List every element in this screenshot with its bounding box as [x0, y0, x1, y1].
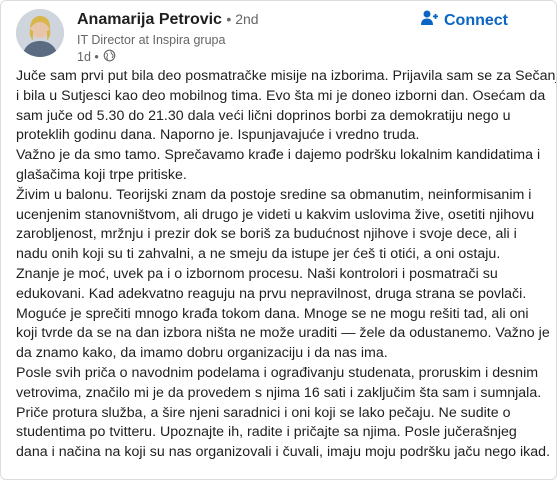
post-meta: 1d • [77, 49, 116, 65]
post-card: Anamarija Petrovic • 2nd IT Director at … [0, 0, 557, 480]
post-line: zarobljenost, mržnju i prezir dok se bor… [16, 226, 517, 243]
post-line: glašačima koji trpe pritiske. [16, 166, 187, 183]
post-text: Juče sam prvi put bila deo posmatračke m… [16, 67, 557, 463]
post-line: da znamo kako, da imamo dobru organizaci… [16, 345, 388, 362]
post-line: Živim u balonu. Teorijski znam da postoj… [16, 186, 532, 203]
post-line: dana i načina na koji su nas organizoval… [16, 444, 551, 461]
post-line: koji tvrde da se na dan izbora ništa ne … [16, 325, 550, 342]
post-line: vetrovima, značilo mi je da provedem s n… [16, 384, 542, 401]
post-line: proteklih godinu dana. Naporno je. Ispun… [16, 127, 420, 144]
post-line: i bila u Sutjesci kao deo mobilnog tima.… [16, 87, 546, 104]
post-line: Juče sam prvi put bila deo posmatračke m… [16, 68, 557, 84]
profile-photo [16, 9, 64, 57]
post-line: Priče protura služba, a šire njeni sarad… [16, 404, 511, 421]
post-time: 1d • [77, 50, 99, 64]
post-line: Važno je da smo tamo. Sprečavamo krađe i… [16, 147, 541, 164]
author-name[interactable]: Anamarija Petrovic [77, 11, 222, 28]
post-line: Posle svih priča o navodnim podelama i o… [16, 364, 539, 381]
connect-button[interactable]: Connect [420, 9, 508, 32]
author-headline: IT Director at Inspira grupa [77, 33, 226, 47]
post-line: ucenjenim stanovništvom, ali drugo je vi… [16, 206, 535, 223]
post-line: edukovani. Kad adekvatno reaguju na prvu… [16, 285, 527, 302]
post-line: studentima po tvitteru. Upoznajte ih, ra… [16, 424, 517, 441]
connection-degree: • 2nd [226, 11, 259, 27]
post-line: nadu onih koji su ti zahvalni, a ne smej… [16, 246, 501, 263]
connect-label: Connect [444, 11, 508, 29]
person-add-icon [420, 9, 438, 32]
globe-icon [103, 49, 116, 65]
avatar[interactable] [16, 9, 64, 57]
post-line: sam juče od 5.30 do 21.30 dala veći ličn… [16, 107, 511, 124]
post-line: Znanje je moć, uvek pa i o izbornom proc… [16, 265, 498, 282]
author-name-row[interactable]: Anamarija Petrovic • 2nd [77, 11, 259, 29]
post-line: Moguće je sprečiti mnogo krađa tokom dan… [16, 305, 529, 322]
